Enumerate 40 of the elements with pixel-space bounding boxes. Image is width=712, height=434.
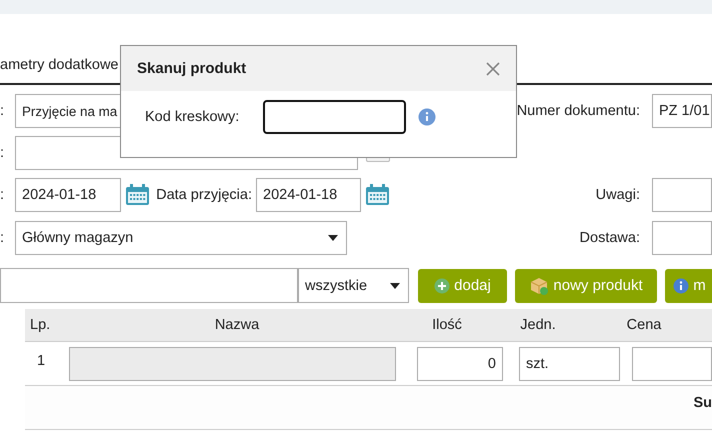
caret-icon bbox=[328, 235, 338, 241]
field-label: : bbox=[0, 145, 6, 161]
date-field[interactable]: 2024-01-18 bbox=[15, 178, 121, 212]
sum-label: Su bbox=[693, 395, 712, 413]
quantity-field[interactable]: 0 bbox=[417, 347, 503, 381]
field-label: Kod kreskowy: bbox=[145, 109, 240, 125]
box-icon bbox=[529, 276, 550, 294]
info-icon[interactable] bbox=[418, 108, 436, 126]
column-header: Lp. bbox=[29, 317, 52, 333]
text-field[interactable] bbox=[652, 178, 712, 212]
field-label: Numer dokumentu: bbox=[516, 103, 641, 119]
column-header: Nazwa bbox=[214, 317, 260, 333]
filter-select[interactable]: wszystkie bbox=[298, 268, 409, 303]
close-icon[interactable] bbox=[486, 62, 500, 76]
info-icon bbox=[673, 278, 690, 294]
field-label: Dostawa: bbox=[578, 230, 641, 246]
unit-field[interactable]: szt. bbox=[519, 347, 620, 381]
field-label: : bbox=[0, 103, 6, 119]
name-field[interactable] bbox=[69, 347, 396, 381]
plus-icon bbox=[434, 278, 450, 294]
field-label: : bbox=[0, 230, 6, 246]
field-label: Uwagi: bbox=[594, 187, 641, 203]
field-label: Data przyjęcia: bbox=[155, 187, 253, 203]
caret-icon bbox=[390, 282, 400, 288]
barcode-field[interactable] bbox=[263, 100, 406, 134]
text-field[interactable]: PZ 1/01 bbox=[652, 94, 712, 128]
field-label: : bbox=[0, 187, 6, 203]
tab[interactable]: ametry dodatkowe bbox=[0, 57, 118, 83]
calendar-icon[interactable] bbox=[125, 184, 150, 206]
column-header: Cena bbox=[626, 317, 662, 333]
date-field[interactable]: 2024-01-18 bbox=[256, 178, 361, 212]
dialog-title: Skanuj produkt bbox=[137, 60, 246, 77]
search-field[interactable] bbox=[0, 268, 298, 303]
row-number: 1 bbox=[36, 352, 46, 371]
select-field[interactable]: Główny magazyn bbox=[15, 221, 347, 255]
column-header: Jedn. bbox=[519, 317, 557, 333]
price-field[interactable] bbox=[632, 347, 712, 381]
text-field[interactable] bbox=[652, 221, 712, 255]
column-header: Ilość bbox=[431, 317, 463, 333]
calendar-icon[interactable] bbox=[365, 184, 390, 206]
